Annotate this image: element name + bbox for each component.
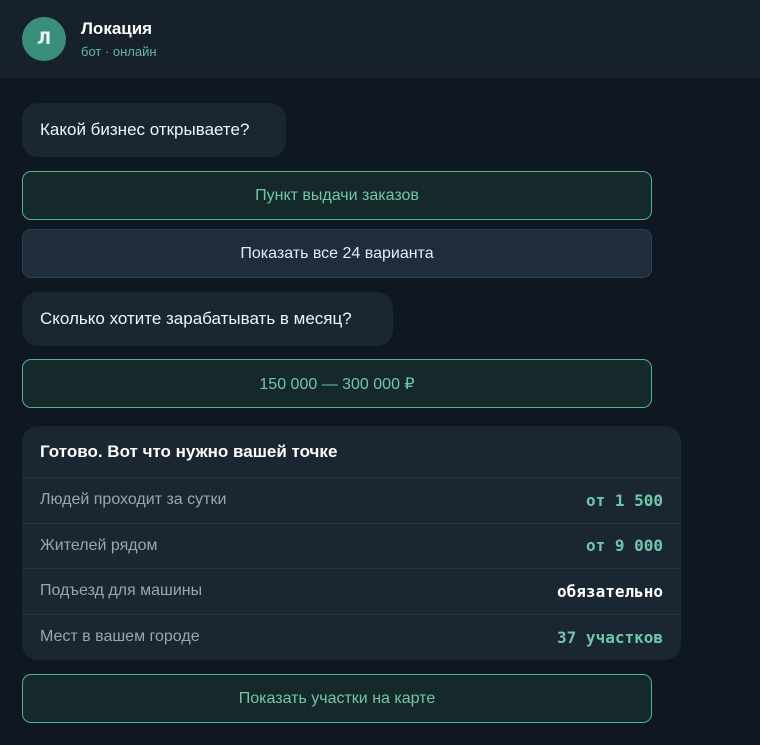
result-card: Готово. Вот что нужно вашей точке Людей … [22, 426, 681, 660]
result-title: Готово. Вот что нужно вашей точке [22, 426, 681, 478]
result-row-value: от 9 000 [585, 536, 663, 556]
result-row-value: обязательно [557, 581, 663, 601]
option-income-range-button[interactable]: 150 000 — 300 000 ₽ [22, 359, 652, 408]
result-row: Жителей рядом от 9 000 [22, 524, 681, 569]
bot-message-income-question: Сколько хотите зарабатывать в месяц? [22, 292, 393, 346]
show-on-map-button[interactable]: Показать участки на карте [22, 674, 652, 723]
bot-name: Локация [81, 19, 153, 38]
bot-status: бот · онлайн [81, 44, 157, 59]
result-row-value: 37 участков [557, 627, 663, 647]
result-row-label: Мест в вашем городе [40, 628, 200, 646]
option-pickup-point-button[interactable]: Пункт выдачи заказов [22, 171, 652, 220]
chat-header: Л Локация бот · онлайн [0, 0, 760, 78]
show-all-options-button[interactable]: Показать все 24 варианта [22, 229, 652, 278]
result-row-label: Подъезд для машины [40, 582, 203, 600]
result-row: Людей проходит за сутки от 1 500 [22, 478, 681, 524]
result-row: Подъезд для машины обязательно [22, 569, 681, 615]
result-row-label: Жителей рядом [40, 536, 158, 554]
result-row: Мест в вашем городе 37 участков [22, 615, 681, 661]
result-row-label: Людей проходит за сутки [40, 491, 227, 509]
result-row-value: от 1 500 [585, 490, 663, 510]
bot-message-business-question: Какой бизнес открываете? [22, 103, 286, 157]
bot-avatar: Л [22, 17, 66, 61]
